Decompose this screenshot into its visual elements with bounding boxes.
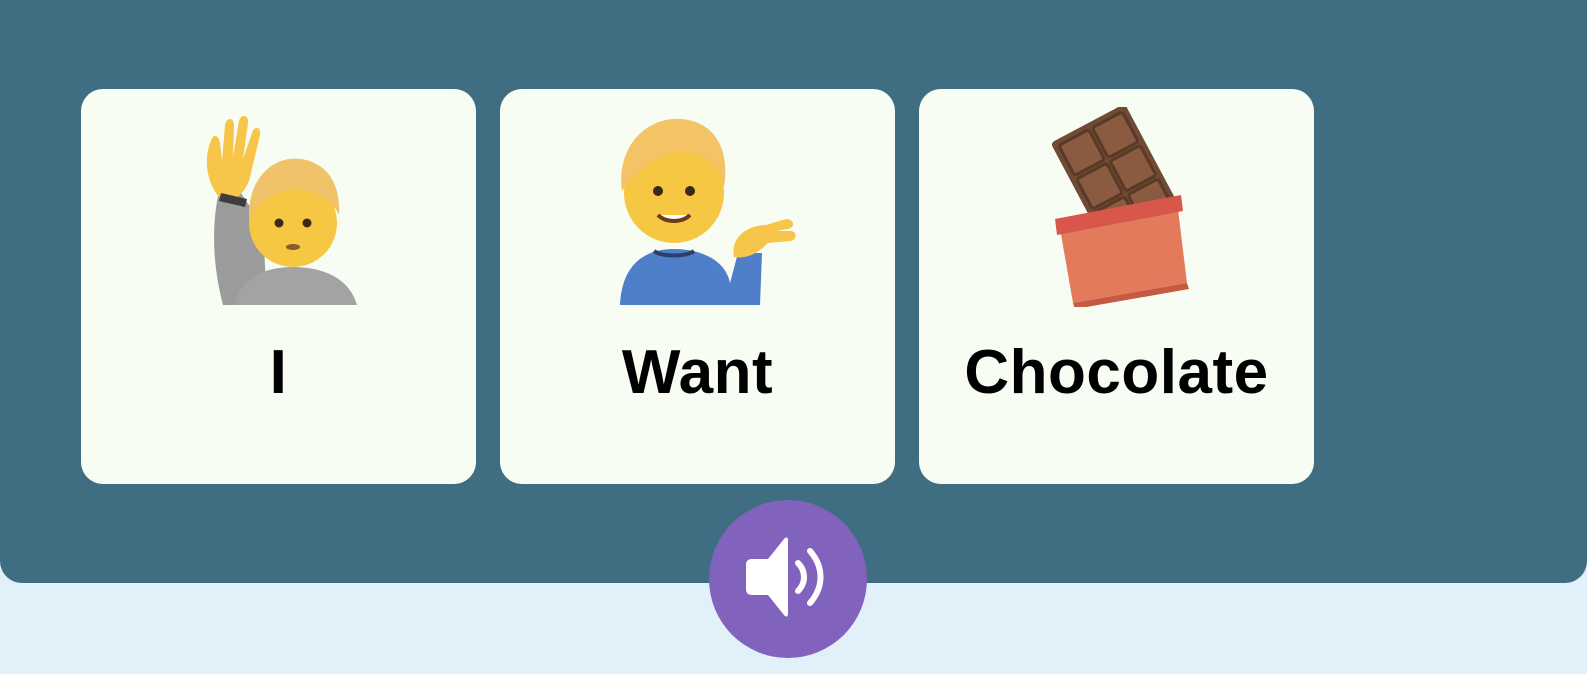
person-tipping-hand-icon — [500, 107, 895, 307]
sentence-board: I Want Chocolate — [0, 0, 1587, 583]
speaker-icon — [740, 529, 836, 630]
symbol-card-want[interactable]: Want — [500, 89, 895, 484]
card-label: Chocolate — [964, 338, 1269, 407]
speak-button[interactable] — [709, 500, 867, 658]
card-label: Want — [621, 338, 774, 407]
person-raising-hand-icon — [81, 107, 476, 307]
chocolate-bar-icon — [919, 107, 1314, 307]
symbol-card-i[interactable]: I — [81, 89, 476, 484]
card-label: I — [269, 338, 288, 407]
symbol-card-chocolate[interactable]: Chocolate — [919, 89, 1314, 484]
